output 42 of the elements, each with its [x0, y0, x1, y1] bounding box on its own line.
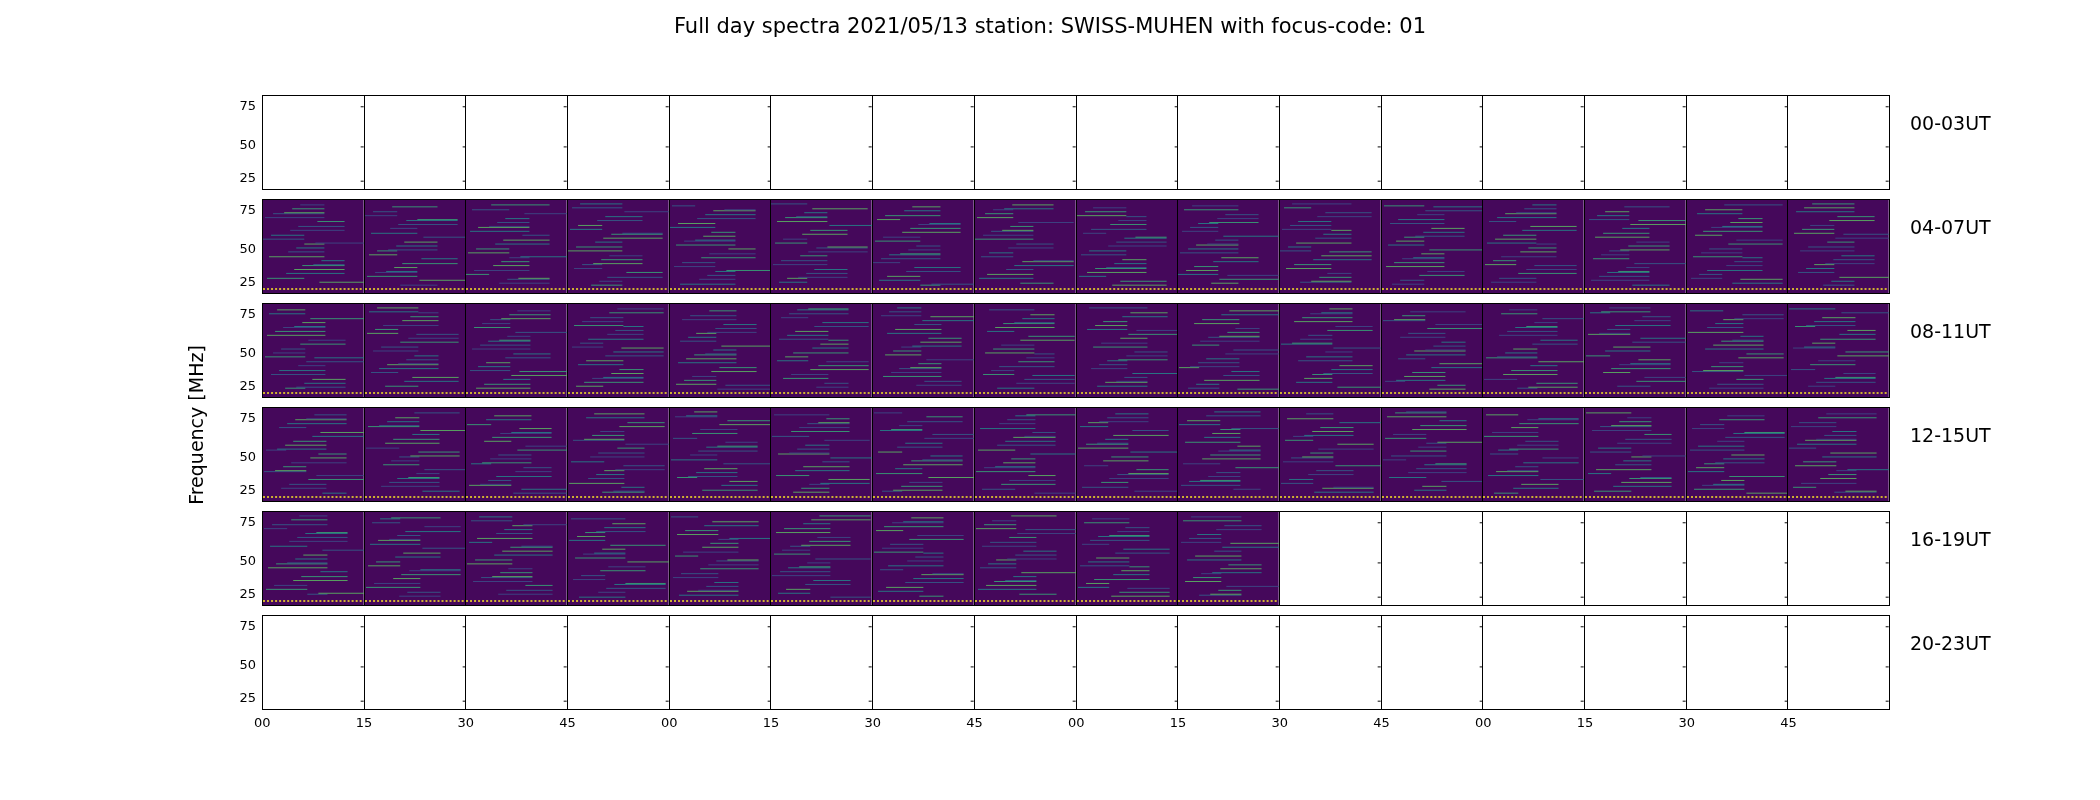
tick-label: 45	[966, 714, 984, 732]
tick-label: 25	[239, 170, 256, 185]
tick-label: 50	[239, 345, 256, 360]
tick-label: 50	[239, 657, 256, 672]
tick-label: 25	[239, 274, 256, 289]
tick-label: 75	[239, 514, 256, 529]
tick-label: 50	[239, 241, 256, 256]
tick-label: 25	[239, 690, 256, 705]
tick-label: 75	[239, 202, 256, 217]
tick-label: 50	[239, 553, 256, 568]
tick-label: 75	[239, 618, 256, 633]
tick-label: 30	[1678, 714, 1697, 732]
tick-label: 75	[239, 98, 256, 113]
tick-label: 00	[254, 714, 272, 732]
row-label: 04-07UT	[1909, 215, 1991, 240]
row-label: 00-03UT	[1909, 111, 1991, 136]
tick-label: 00	[661, 714, 679, 732]
tick-label: 15	[1169, 714, 1188, 732]
row-label: 12-15UT	[1909, 423, 1991, 448]
tick-label: 50	[239, 137, 256, 152]
tick-label: 25	[239, 482, 256, 497]
tick-label: 15	[1576, 714, 1595, 732]
row-label: 16-19UT	[1909, 527, 1991, 552]
tick-label: 30	[457, 714, 476, 732]
tick-label: 45	[559, 714, 577, 732]
axis-label: Frequency [MHz]	[183, 345, 208, 505]
tick-label: 15	[762, 714, 781, 732]
figure-title: Full day spectra 2021/05/13 station: SWISS-MUHEN with focus-code: 01	[672, 13, 1428, 40]
tick-label: 25	[239, 378, 256, 393]
tick-label: 30	[864, 714, 883, 732]
row-label: 20-23UT	[1909, 631, 1991, 656]
tick-label: 75	[239, 306, 256, 321]
tick-label: 50	[239, 449, 256, 464]
tick-label: 15	[355, 714, 374, 732]
tick-label: 30	[1271, 714, 1290, 732]
tick-label: 45	[1780, 714, 1798, 732]
tick-label: 75	[239, 410, 256, 425]
tick-label: 25	[239, 586, 256, 601]
tick-label: 00	[1475, 714, 1493, 732]
tick-label: 45	[1373, 714, 1391, 732]
row-label: 08-11UT	[1909, 319, 1991, 344]
tick-label: 00	[1068, 714, 1086, 732]
